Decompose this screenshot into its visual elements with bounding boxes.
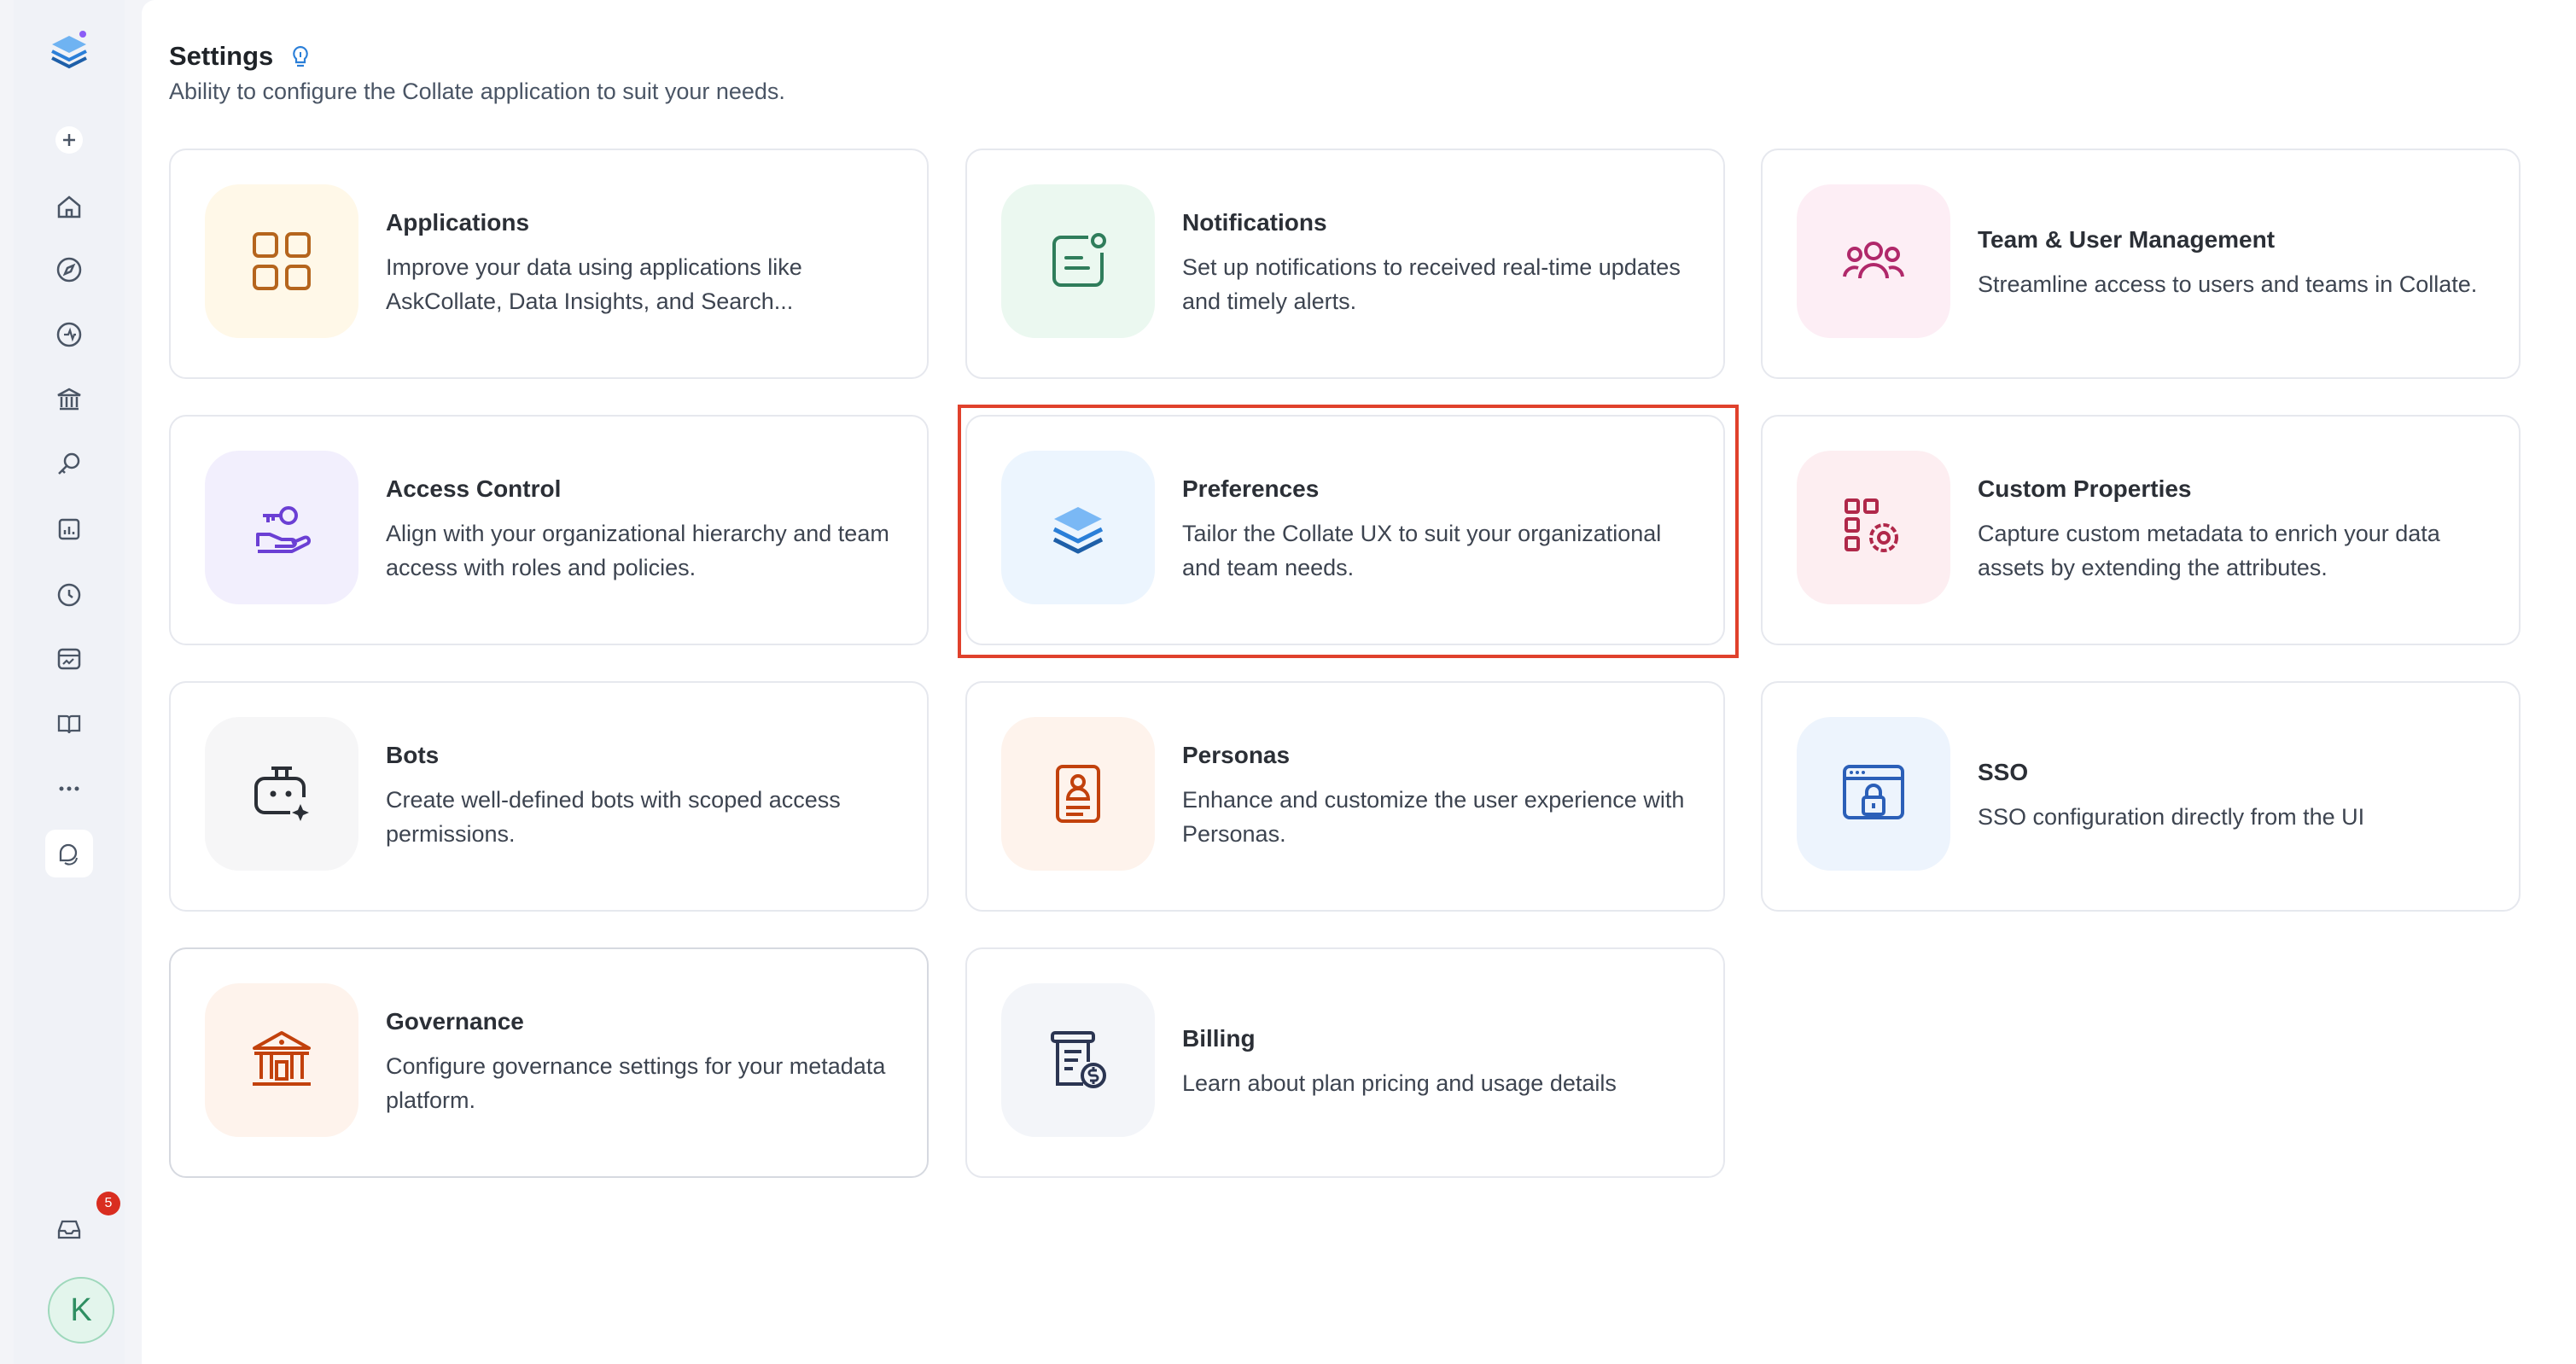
card-title: Billing [1182, 1025, 1256, 1052]
sidebar: 5 K [14, 0, 125, 1364]
avatar[interactable]: K [48, 1277, 114, 1344]
card-custom-properties[interactable]: Custom Properties Capture custom metadat… [1761, 415, 2521, 645]
card-governance[interactable]: Governance Configure governance settings… [169, 947, 929, 1178]
governance-icon[interactable] [52, 382, 86, 417]
title-row: Settings [169, 41, 314, 72]
card-description: Set up notifications to received real-ti… [1182, 254, 1681, 314]
card-title: Team & User Management [1978, 226, 2276, 253]
chat-icon[interactable] [45, 830, 93, 877]
collate-logo-icon[interactable] [45, 26, 93, 73]
grid-icon [253, 232, 311, 290]
card-title: Preferences [1182, 475, 1320, 502]
sso-lock-icon [1843, 765, 1904, 819]
card-description: Align with your organizational hierarchy… [386, 521, 889, 580]
card-description: Enhance and customize the user experienc… [1182, 787, 1685, 847]
card-access-control[interactable]: Access Control Align with your organizat… [169, 415, 929, 645]
card-icon-box [1797, 184, 1950, 338]
card-description: Learn about plan pricing and usage detai… [1182, 1070, 1617, 1096]
card-icon-box [1797, 451, 1950, 604]
card-personas[interactable]: Personas Enhance and customize the user … [965, 681, 1725, 912]
card-sso[interactable]: SSO SSO configuration directly from the … [1761, 681, 2521, 912]
card-description: Improve your data using applications lik… [386, 254, 802, 314]
page-subtitle: Ability to configure the Collate applica… [169, 79, 785, 104]
card-description: SSO configuration directly from the UI [1978, 804, 2365, 830]
custom-properties-icon [1845, 498, 1898, 552]
card-icon-box [1001, 451, 1155, 604]
home-icon[interactable] [52, 189, 86, 224]
layers-icon [1052, 507, 1104, 554]
page-title: Settings [169, 41, 274, 71]
insights-icon[interactable] [52, 512, 86, 546]
bank-icon [253, 1031, 311, 1086]
key-hand-icon [256, 506, 311, 553]
card-icon-box [205, 184, 358, 338]
card-notifications[interactable]: Notifications Set up notifications to re… [965, 149, 1725, 379]
card-icon-box [1797, 717, 1950, 871]
card-title: Custom Properties [1978, 475, 2192, 502]
card-icon-box [1001, 184, 1155, 338]
card-title: Governance [386, 1008, 524, 1035]
book-icon[interactable] [52, 707, 86, 741]
observability-icon[interactable] [52, 577, 86, 611]
card-applications[interactable]: Applications Improve your data using app… [169, 149, 929, 379]
card-title: Bots [386, 742, 440, 768]
card-bots[interactable]: Bots Create well-defined bots with scope… [169, 681, 929, 912]
card-icon-box [1001, 983, 1155, 1137]
card-title: Access Control [386, 475, 562, 502]
inbox-icon[interactable] [52, 1212, 86, 1246]
card-team-user-management[interactable]: Team & User Management Streamline access… [1761, 149, 2521, 379]
data-quality-icon[interactable] [52, 318, 86, 352]
card-description: Configure governance settings for your m… [386, 1053, 886, 1113]
notification-badge: 5 [96, 1192, 120, 1215]
billing-icon [1051, 1031, 1106, 1088]
card-title: Notifications [1182, 209, 1327, 236]
card-description: Tailor the Collate UX to suit your organ… [1182, 521, 1662, 580]
card-title: SSO [1978, 759, 2029, 785]
notification-icon [1052, 233, 1106, 287]
card-preferences[interactable]: Preferences Tailor the Collate UX to sui… [965, 415, 1725, 645]
dashboard-icon[interactable] [52, 642, 86, 676]
more-icon[interactable] [52, 772, 86, 806]
plus-icon[interactable] [52, 123, 86, 157]
card-title: Applications [386, 209, 530, 236]
team-icon [1843, 242, 1904, 279]
compass-icon[interactable] [52, 253, 86, 287]
card-icon-box [1001, 717, 1155, 871]
card-description: Streamline access to users and teams in … [1978, 271, 2478, 297]
card-description: Create well-defined bots with scoped acc… [386, 787, 841, 847]
card-description: Capture custom metadata to enrich your d… [1978, 521, 2440, 580]
persona-icon [1056, 765, 1100, 823]
key-search-icon[interactable] [52, 447, 86, 481]
card-title: Personas [1182, 742, 1291, 768]
card-billing[interactable]: Billing Learn about plan pricing and usa… [965, 947, 1725, 1178]
card-icon-box [205, 983, 358, 1137]
lightbulb-icon[interactable] [287, 43, 314, 70]
card-icon-box [205, 451, 358, 604]
bot-icon [254, 767, 309, 821]
card-icon-box [205, 717, 358, 871]
